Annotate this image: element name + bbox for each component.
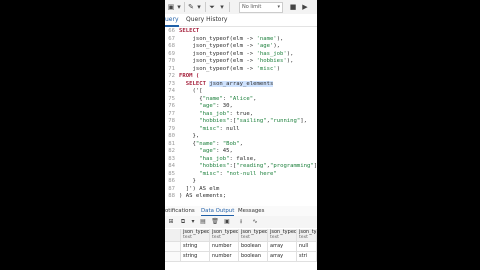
row-header[interactable] [165,252,181,262]
dropdown-chevron-icon[interactable]: ▾ [176,2,182,12]
data-output-grid[interactable]: json_typeof text json_typeof text json_typeo… [165,229,317,270]
table-cell[interactable]: number [210,242,239,252]
chevron-down-icon: ▾ [277,4,280,10]
table-cell[interactable]: boolean [239,242,268,252]
table-cell[interactable]: number [210,252,239,262]
query-toolbar: ▣ ▾ ✎ ▾ ⏷ ▾ No limit ▾ ■ ▶ [165,0,317,15]
copy-icon[interactable]: ⧉ [179,218,187,226]
line-number: 88 [168,193,175,199]
table-cell[interactable]: array [268,242,297,252]
dropdown-chevron-icon[interactable]: ▾ [219,2,225,12]
results-toolbar: ⊞ ⧉ ▾ ▤ 🗑 ▣ ⭳ ∿ [165,216,317,228]
tab-query-history[interactable]: Query History [186,15,228,25]
tab-messages[interactable]: Messages [238,207,264,215]
toolbar-divider [184,2,185,12]
dropdown-chevron-icon[interactable]: ▾ [196,2,202,12]
pgadmin-query-window: ▣ ▾ ✎ ▾ ⏷ ▾ No limit ▾ ■ ▶ uery Query Hi… [165,0,317,270]
row-limit-value: No limit [242,4,262,10]
column-type: text [270,235,279,240]
editor-tabs: uery Query History [165,14,317,27]
code-text: ) AS elements; [179,193,227,199]
edit-icon[interactable]: ✎ [187,2,195,12]
toolbar-divider [205,2,206,12]
save-icon[interactable]: ▣ [223,218,231,226]
column-type: text [212,235,221,240]
table-cell[interactable]: null [297,242,317,252]
tab-query[interactable]: uery [165,15,179,27]
row-header[interactable] [165,242,181,252]
column-header[interactable]: json_ty text [297,229,317,242]
table-cell[interactable]: stri [297,252,317,262]
table-cell[interactable]: array [268,252,297,262]
stop-icon[interactable]: ■ [289,2,297,12]
column-header[interactable]: json_typeof text [210,229,239,242]
execute-icon[interactable]: ▶ [301,2,309,12]
column-header[interactable]: json_typeof text [268,229,297,242]
row-header-corner [165,229,181,242]
row-limit-select[interactable]: No limit ▾ [239,2,283,13]
tab-notifications[interactable]: otifications [165,207,195,215]
column-type: text [183,235,192,240]
filter-icon[interactable]: ⏷ [208,2,216,12]
column-type: text [241,235,250,240]
table-cell[interactable]: boolean [239,252,268,262]
graph-icon[interactable]: ∿ [251,218,259,226]
save-file-icon[interactable]: ▣ [167,2,175,12]
delete-icon[interactable]: 🗑 [211,218,219,226]
sql-editor[interactable]: 66 SELECT 67 json_typeof(elm -> 'name'), 68… [165,27,317,202]
column-type: text [299,235,308,240]
column-header[interactable]: json_typeof text [181,229,210,242]
dropdown-chevron-icon[interactable]: ▾ [189,218,197,226]
table-cell[interactable]: string [181,242,210,252]
toolbar-divider [229,2,230,12]
download-icon[interactable]: ⭳ [237,218,245,226]
add-row-icon[interactable]: ⊞ [167,218,175,226]
column-header[interactable]: json_typeof text [239,229,268,242]
table-cell[interactable]: string [181,252,210,262]
paste-icon[interactable]: ▤ [199,218,207,226]
tab-data-output[interactable]: Data Output [201,207,235,216]
